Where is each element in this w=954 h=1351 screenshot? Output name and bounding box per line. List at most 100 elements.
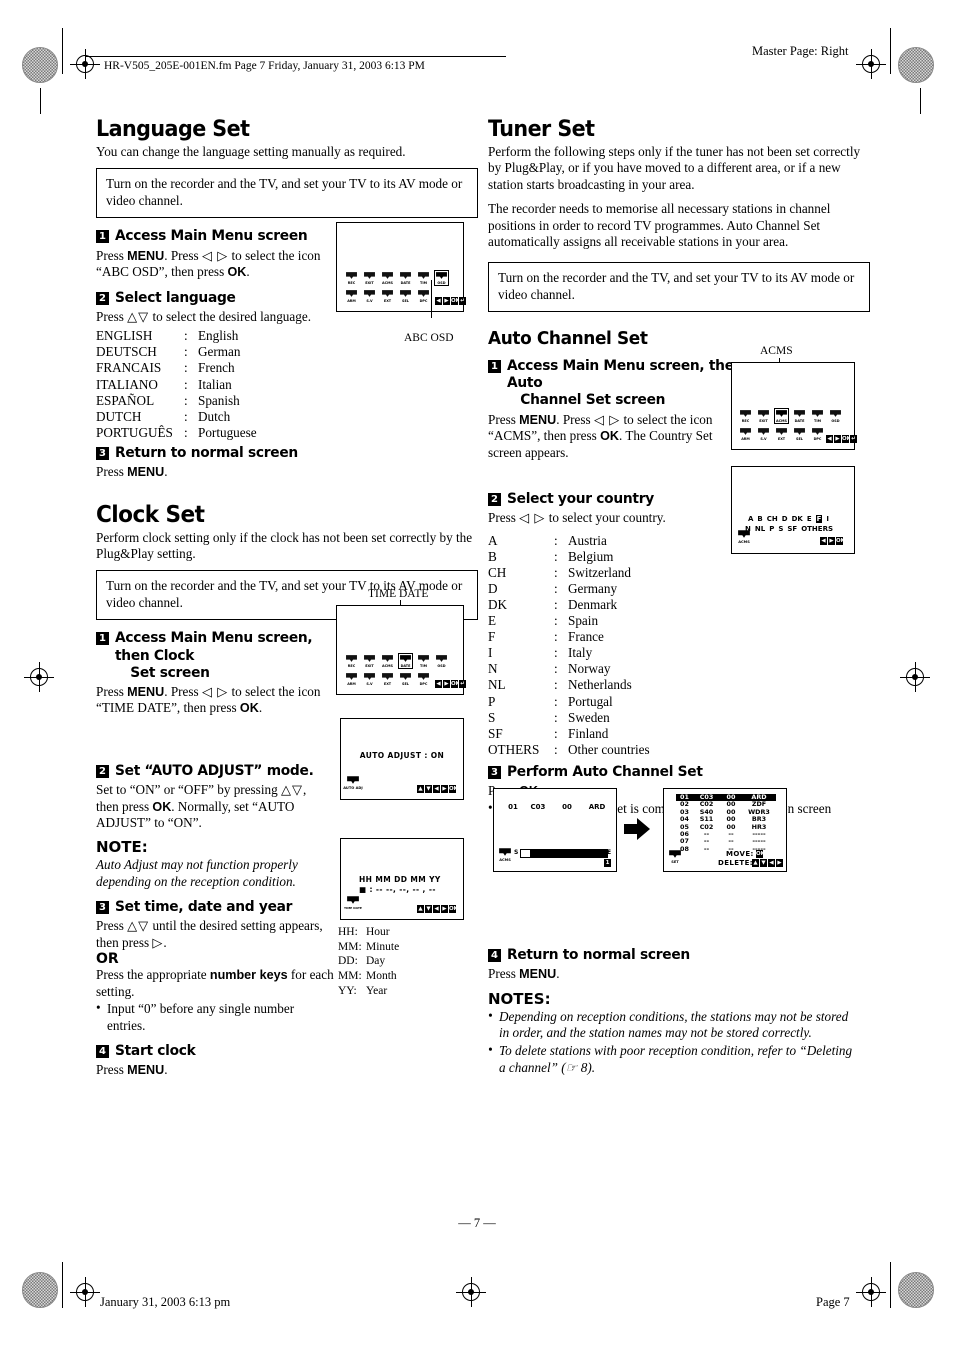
nav-up-icon[interactable]: ▲ <box>417 785 424 793</box>
ext-icon[interactable]: EXT <box>381 672 394 686</box>
key-menu: MENU <box>127 465 165 480</box>
term: B <box>488 548 497 564</box>
time-date-icon[interactable]: DATE <box>399 271 412 285</box>
rec-icon[interactable]: REC <box>345 271 358 285</box>
clock-set-intro: Perform clock setting only if the clock … <box>96 529 473 562</box>
nav-right-icon[interactable]: ▶ <box>443 680 450 688</box>
tape-timer-icon[interactable]: TIM <box>811 409 824 423</box>
list-item: OTHERS: Other countries <box>488 742 870 758</box>
registration-mark-bottom-left <box>70 1277 100 1307</box>
nav-ok-icon[interactable]: OK <box>449 785 458 793</box>
nav-right-icon[interactable]: ▶ <box>441 905 448 913</box>
text-fragment: Press the appropriate <box>96 967 210 983</box>
sel-set-icon[interactable]: SEL <box>793 427 806 441</box>
acms-icon[interactable]: ACMS <box>774 408 789 424</box>
text-fragment: . Press <box>164 683 202 699</box>
nav-right-icon[interactable]: ▶ <box>834 435 841 443</box>
text-fragment: Press <box>96 464 128 480</box>
acs-step-1-text: Press MENU. Press ◁ ▷ to select the icon… <box>488 412 726 462</box>
nav-ok-icon[interactable]: OK <box>756 850 765 858</box>
time-date-icon[interactable]: DATE <box>398 653 413 669</box>
nav-return-icon[interactable]: ↵ <box>459 297 466 305</box>
nav-down-icon[interactable]: ▼ <box>425 785 432 793</box>
country-option[interactable]: SF <box>787 525 797 533</box>
dpc-icon[interactable]: DPC <box>811 427 824 441</box>
nav-left-icon[interactable]: ◀ <box>820 537 827 545</box>
nav-left-icon[interactable]: ◀ <box>435 297 442 305</box>
abc-osd-icon[interactable]: OSD <box>434 270 449 286</box>
step-title-line2: Set screen <box>130 664 210 681</box>
exit-icon[interactable]: EXIT <box>363 271 376 285</box>
showview-icon[interactable]: S.V <box>757 427 770 441</box>
country-option[interactable]: D <box>782 515 788 523</box>
time-date-icon[interactable]: DATE <box>793 409 806 423</box>
nav-down-icon[interactable]: ▼ <box>425 905 432 913</box>
nav-right-icon[interactable]: ▶ <box>441 785 448 793</box>
definition: Year <box>366 984 388 997</box>
nav-ok-icon[interactable]: OK <box>451 680 460 688</box>
nav-ok-icon[interactable]: OK <box>842 435 851 443</box>
nav-ok-icon[interactable]: OK <box>836 537 845 545</box>
arm-icon[interactable]: ARM <box>345 289 358 303</box>
osd-content: AUTO ADJUST : ON AUTO ADJ ▲ ▼ ◀ ▶ OK <box>341 719 463 799</box>
nav-return-icon[interactable]: ↵ <box>459 680 466 688</box>
country-option[interactable]: A <box>748 515 753 523</box>
exit-icon[interactable]: EXIT <box>363 654 376 668</box>
arm-icon[interactable]: ARM <box>345 672 358 686</box>
country-option[interactable]: E <box>807 515 812 523</box>
nav-ok-icon[interactable]: 1 <box>604 859 611 867</box>
acms-icon[interactable]: ACMS <box>381 654 394 668</box>
showview-icon[interactable]: S.V <box>363 672 376 686</box>
nav-left-icon[interactable]: ◀ <box>433 905 440 913</box>
sel-set-icon[interactable]: SEL <box>399 672 412 686</box>
registration-ball-top-left <box>22 47 58 83</box>
acms-icon[interactable]: ACMS <box>381 271 394 285</box>
nav-down-icon[interactable]: ▼ <box>760 859 767 867</box>
nav-up-icon[interactable]: ▲ <box>417 905 424 913</box>
ext-icon[interactable]: EXT <box>381 289 394 303</box>
country-option[interactable]: DK <box>792 515 803 523</box>
tape-timer-icon[interactable]: TIM <box>417 654 430 668</box>
country-option[interactable]: OTHERS <box>801 525 833 533</box>
text-fragment: to select the desired language. <box>149 308 311 324</box>
country-option[interactable]: NL <box>755 525 765 533</box>
tape-timer-icon[interactable]: TIM <box>417 271 430 285</box>
header-rule <box>86 56 506 57</box>
abc-osd-icon[interactable]: OSD <box>435 654 448 668</box>
nav-left-icon[interactable]: ◀ <box>768 859 775 867</box>
nav-return-icon[interactable]: ↵ <box>850 435 857 443</box>
country-option[interactable]: CH <box>767 515 778 523</box>
nav-right-icon[interactable]: ▶ <box>828 537 835 545</box>
osd-nav-hints: ◀ ▶ OK <box>820 537 845 545</box>
nav-ok-icon[interactable]: OK <box>449 905 458 913</box>
country-option[interactable]: S <box>778 525 783 533</box>
nav-left-icon[interactable]: ◀ <box>435 680 442 688</box>
sel-set-icon[interactable]: SEL <box>399 289 412 303</box>
showview-icon[interactable]: S.V <box>363 289 376 303</box>
dpc-icon[interactable]: DPC <box>417 289 430 303</box>
rec-icon[interactable]: REC <box>739 409 752 423</box>
definition: Denmark <box>568 597 618 612</box>
definition: Belgium <box>568 548 614 564</box>
nav-ok-icon[interactable]: OK <box>451 297 460 305</box>
rec-icon[interactable]: REC <box>345 654 358 668</box>
ext-icon[interactable]: EXT <box>775 427 788 441</box>
key-menu: MENU <box>519 412 557 427</box>
country-option[interactable]: P <box>769 525 774 533</box>
country-option[interactable]: I <box>826 515 829 523</box>
nav-up-icon[interactable]: ▲ <box>752 859 759 867</box>
step-number: 3 <box>96 446 109 460</box>
dpc-icon[interactable]: DPC <box>417 672 430 686</box>
nav-left-icon[interactable]: ◀ <box>433 785 440 793</box>
abc-osd-icon[interactable]: OSD <box>829 409 842 423</box>
exit-icon[interactable]: EXIT <box>757 409 770 423</box>
country-option[interactable]: F <box>815 515 823 523</box>
term: D <box>488 580 498 596</box>
nav-left-icon[interactable]: ◀ <box>826 435 833 443</box>
nav-right-icon[interactable]: ▶ <box>443 297 450 305</box>
arm-icon[interactable]: ARM <box>739 427 752 441</box>
step-title-line1: Access Main Menu screen, then Auto <box>507 358 744 392</box>
nav-right-icon[interactable]: ▶ <box>776 859 783 867</box>
registration-ball-bottom-left <box>22 1272 58 1308</box>
country-option[interactable]: B <box>757 515 762 523</box>
